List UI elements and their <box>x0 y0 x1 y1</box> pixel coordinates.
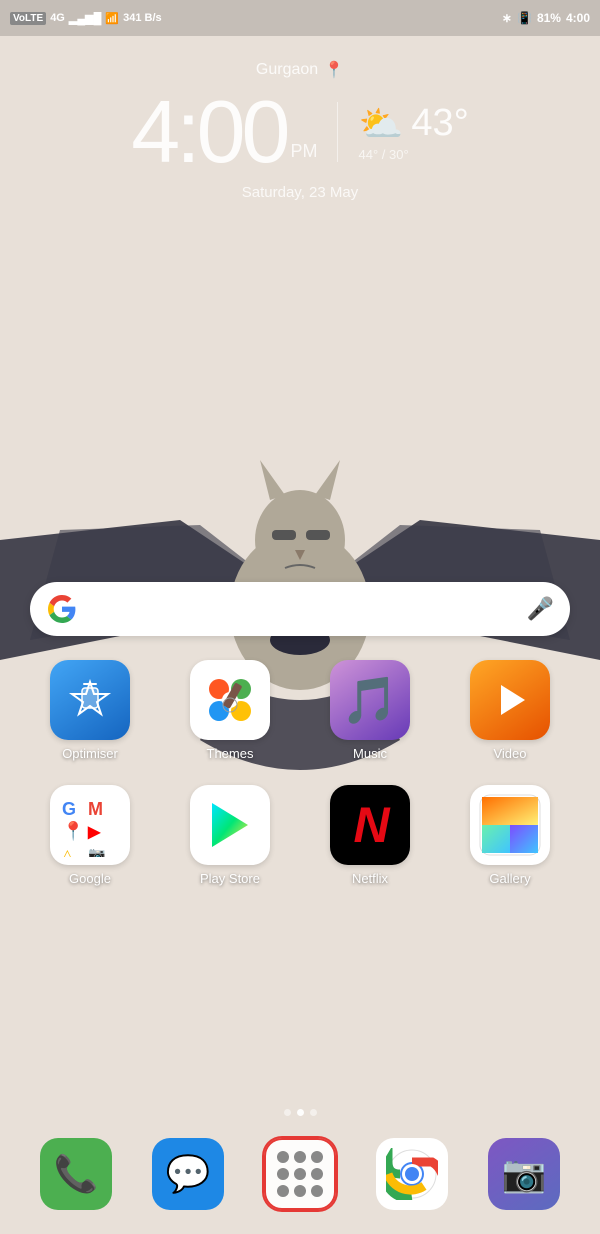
gallery-icon <box>470 785 550 865</box>
dock-app-drawer[interactable] <box>264 1138 336 1210</box>
svg-text:△: △ <box>62 846 73 857</box>
status-left: VoLTE 4G ▂▄▆█ 📶 341 B/s <box>10 12 162 25</box>
clock-row: 4:00 PM ⛅ 43° 44° / 30° <box>131 88 469 176</box>
app-item-video[interactable]: Video <box>455 660 565 761</box>
mic-icon[interactable]: 🎤 <box>527 596 554 622</box>
app-item-themes[interactable]: Themes <box>175 660 285 761</box>
vibrate-icon: 📳 <box>517 11 532 25</box>
svg-text:📷: 📷 <box>88 846 105 857</box>
apps-dot <box>311 1168 323 1180</box>
app-drawer-icon <box>264 1138 336 1210</box>
apps-dot <box>277 1151 289 1163</box>
gallery-label: Gallery <box>489 871 530 886</box>
apps-dot <box>294 1185 306 1197</box>
chrome-icon <box>376 1138 448 1210</box>
clock-time: 4:00 <box>131 88 286 176</box>
date-display: Saturday, 23 May <box>242 184 358 201</box>
location-name: Gurgaon <box>256 61 318 79</box>
clock-ampm: PM <box>290 141 317 162</box>
apps-dot <box>311 1151 323 1163</box>
svg-text:M: M <box>88 799 103 819</box>
netflix-label: Netflix <box>352 871 388 886</box>
optimiser-label: Optimiser <box>62 746 118 761</box>
battery-indicator: 81% <box>537 11 561 25</box>
apps-dot <box>277 1185 289 1197</box>
speed-indicator: 341 B/s <box>123 12 162 24</box>
location-pin-icon: 📍 <box>324 60 344 80</box>
music-icon: 🎵 <box>330 660 410 740</box>
app-row-1: Optimiser Themes � <box>20 660 580 761</box>
optimiser-icon <box>50 660 130 740</box>
playstore-icon <box>190 785 270 865</box>
dock-messages[interactable]: 💬 <box>152 1138 224 1210</box>
status-bar: VoLTE 4G ▂▄▆█ 📶 341 B/s ∗ 📳 81% 4:00 <box>0 0 600 36</box>
signal-strength: 4G <box>50 12 65 24</box>
page-dot-1 <box>297 1109 304 1116</box>
dock-chrome[interactable] <box>376 1138 448 1210</box>
app-item-netflix[interactable]: N Netflix <box>315 785 425 886</box>
page-indicator <box>0 1109 600 1116</box>
svg-text:▶: ▶ <box>87 824 101 841</box>
clock-weather-widget: Gurgaon 📍 4:00 PM ⛅ 43° 44° / 30° Saturd… <box>0 60 600 201</box>
app-grid: Optimiser Themes � <box>0 660 600 910</box>
weather-temp-row: ⛅ 43° <box>358 102 468 145</box>
apps-dot <box>277 1168 289 1180</box>
signal-bars: ▂▄▆█ <box>69 12 102 25</box>
dock-phone[interactable]: 📞 <box>40 1138 112 1210</box>
svg-text:G: G <box>62 799 76 819</box>
google-app-icon: G M 📍 ▶ △ 📷 <box>50 785 130 865</box>
weather-temp: 43° <box>411 102 468 145</box>
bluetooth-icon: ∗ <box>502 11 512 25</box>
video-label: Video <box>493 746 526 761</box>
apps-dot <box>294 1151 306 1163</box>
themes-label: Themes <box>207 746 254 761</box>
svg-text:📍: 📍 <box>62 820 84 841</box>
music-label: Music <box>353 746 387 761</box>
weather-section: ⛅ 43° 44° / 30° <box>358 102 468 162</box>
app-item-music[interactable]: 🎵 Music <box>315 660 425 761</box>
page-dot-0 <box>284 1109 291 1116</box>
apps-dot <box>311 1185 323 1197</box>
phone-icon: 📞 <box>40 1138 112 1210</box>
google-logo <box>46 593 78 625</box>
messages-icon: 💬 <box>152 1138 224 1210</box>
weather-icon: ⛅ <box>358 103 403 145</box>
netflix-icon: N <box>330 785 410 865</box>
dock-camera[interactable]: 📷 <box>488 1138 560 1210</box>
weather-range: 44° / 30° <box>358 147 408 162</box>
apps-dot <box>294 1168 306 1180</box>
video-icon <box>470 660 550 740</box>
time-weather-divider <box>337 102 338 162</box>
playstore-label: Play Store <box>200 871 260 886</box>
location-row: Gurgaon 📍 <box>256 60 344 80</box>
app-item-google[interactable]: G M 📍 ▶ △ 📷 Google <box>35 785 145 886</box>
status-right: ∗ 📳 81% 4:00 <box>502 11 590 25</box>
themes-icon <box>190 660 270 740</box>
carrier-icon: VoLTE <box>10 12 46 25</box>
app-item-playstore[interactable]: Play Store <box>175 785 285 886</box>
status-time: 4:00 <box>566 11 590 25</box>
dock: 📞 💬 <box>0 1124 600 1234</box>
page-dot-2 <box>310 1109 317 1116</box>
search-bar[interactable]: 🎤 <box>30 582 570 636</box>
google-label: Google <box>69 871 111 886</box>
app-item-optimiser[interactable]: Optimiser <box>35 660 145 761</box>
app-item-gallery[interactable]: Gallery <box>455 785 565 886</box>
app-row-2: G M 📍 ▶ △ 📷 Google <box>20 785 580 886</box>
camera-icon: 📷 <box>488 1138 560 1210</box>
wifi-icon: 📶 <box>105 12 119 25</box>
